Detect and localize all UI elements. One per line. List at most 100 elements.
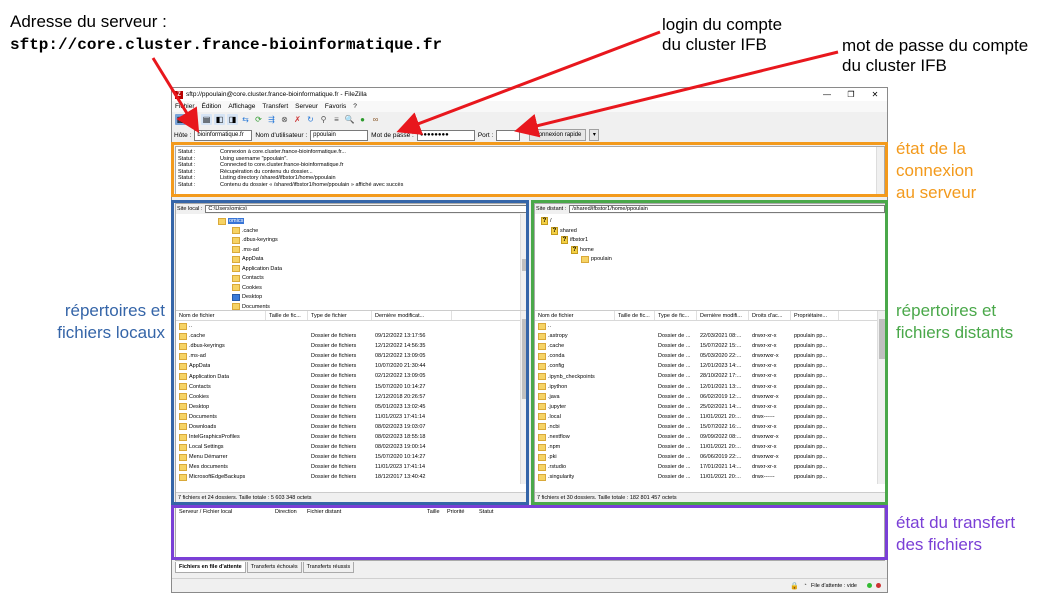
- binoculars-icon[interactable]: ∞: [370, 114, 381, 125]
- remote-col-header[interactable]: Nom de fichier: [535, 311, 615, 320]
- tree-node[interactable]: Contacts: [232, 273, 264, 283]
- remote-col-header[interactable]: Droits d'ac...: [749, 311, 791, 320]
- toggle-log-icon[interactable]: ▤: [201, 114, 212, 125]
- table-row[interactable]: Menu Démarrer Dossier de fichiers 15/07/20…: [176, 452, 528, 462]
- table-row[interactable]: .jupyter Dossier de ... 25/02/2021 14:... d…: [535, 402, 885, 412]
- tree-node[interactable]: omics: [218, 216, 245, 226]
- remote-col-header[interactable]: Type de fic...: [655, 311, 697, 320]
- sync-icon[interactable]: ●: [357, 114, 368, 125]
- tree-node[interactable]: ? home: [571, 245, 594, 255]
- table-row[interactable]: Desktop Dossier de fichiers 05/01/2023 13:…: [176, 402, 528, 412]
- tree-node[interactable]: ppoulain: [581, 254, 612, 264]
- local-tree-scrollbar[interactable]: [520, 214, 528, 310]
- menu-fichier[interactable]: Fichier: [175, 103, 195, 110]
- menu-help[interactable]: ?: [353, 103, 357, 110]
- tree-node[interactable]: Desktop: [232, 292, 262, 302]
- table-row[interactable]: .conda Dossier de ... 05/03/2020 22:... drw…: [535, 351, 885, 361]
- table-row[interactable]: AppData Dossier de fichiers 10/07/2020 21:…: [176, 361, 528, 371]
- table-row[interactable]: ..: [176, 321, 528, 331]
- quickconnect-button[interactable]: Connexion rapide: [529, 129, 587, 141]
- local-path-input[interactable]: C:\Users\omics\: [205, 205, 528, 213]
- local-col-header[interactable]: Type de fichier: [308, 311, 372, 320]
- tab-successful-transfers[interactable]: Transferts réussis: [302, 562, 355, 573]
- menu-favoris[interactable]: Favoris: [325, 103, 346, 110]
- close-button[interactable]: ✕: [863, 89, 887, 101]
- remote-list-scrollbar[interactable]: [877, 311, 885, 484]
- tree-node[interactable]: .dbus-keyrings: [232, 235, 278, 245]
- username-input[interactable]: ppoulain: [310, 129, 369, 141]
- tree-node[interactable]: .ms-ad: [232, 245, 259, 255]
- tab-failed-transfers[interactable]: Transferts échoués: [246, 562, 302, 573]
- table-row[interactable]: .config Dossier de ... 12/01/2023 14:... dr…: [535, 361, 885, 371]
- menu-edition[interactable]: Édition: [202, 103, 222, 110]
- table-row[interactable]: .astropy Dossier de ... 22/03/2021 08:... d…: [535, 331, 885, 341]
- table-row[interactable]: .cache Dossier de ... 15/07/2022 15:... drw…: [535, 341, 885, 351]
- host-input[interactable]: bioinformatique.fr: [194, 129, 253, 141]
- table-row[interactable]: Application Data Dossier de fichiers 02/12…: [176, 371, 528, 381]
- tree-node[interactable]: ? ifbstor1: [561, 235, 588, 245]
- table-row[interactable]: .ipython Dossier de ... 12/01/2021 13:... d…: [535, 382, 885, 392]
- cancel-icon[interactable]: ⊗: [279, 114, 290, 125]
- table-row[interactable]: .dbus-keyrings Dossier de fichiers 12/12/2…: [176, 341, 528, 351]
- table-row[interactable]: Contacts Dossier de fichiers 15/07/2020 10…: [176, 382, 528, 392]
- table-row[interactable]: Cookies Dossier de fichiers 12/12/2018 20:…: [176, 392, 528, 402]
- table-row[interactable]: .singularity Dossier de ... 11/01/2021 20:…: [535, 472, 885, 482]
- local-col-header[interactable]: Dernière modificat...: [372, 311, 452, 320]
- queue-col-status[interactable]: Statut: [476, 507, 516, 517]
- toggle-remote-tree-icon[interactable]: ◨: [227, 114, 238, 125]
- tree-node[interactable]: Cookies: [232, 283, 262, 293]
- toggle-local-tree-icon[interactable]: ◧: [214, 114, 225, 125]
- remote-col-header[interactable]: Propriétaire...: [791, 311, 839, 320]
- table-row[interactable]: .nextflow Dossier de ... 09/09/2022 08:...…: [535, 432, 885, 442]
- local-list-scroll-thumb[interactable]: [522, 319, 528, 399]
- table-row[interactable]: .rstudio Dossier de ... 17/01/2021 14:... d…: [535, 462, 885, 472]
- table-row[interactable]: Downloads Dossier de fichiers 08/02/2023 1…: [176, 422, 528, 432]
- maximize-button[interactable]: ❐: [839, 89, 863, 101]
- remote-col-header[interactable]: Dernière modifi...: [697, 311, 749, 320]
- menu-serveur[interactable]: Serveur: [295, 103, 318, 110]
- compare-icon[interactable]: ≡: [331, 114, 342, 125]
- remote-path-input[interactable]: /shared/ifbstor1/home/ppoulain: [569, 205, 885, 213]
- table-row[interactable]: Local Settings Dossier de fichiers 08/02/2…: [176, 442, 528, 452]
- table-row[interactable]: IntelGraphicsProfiles Dossier de fichiers…: [176, 432, 528, 442]
- remote-col-header[interactable]: Taille de fic...: [615, 311, 655, 320]
- table-row[interactable]: ..: [535, 321, 885, 331]
- tree-node[interactable]: ? /: [541, 216, 552, 226]
- table-row[interactable]: Documents Dossier de fichiers 11/01/2023 1…: [176, 412, 528, 422]
- process-queue-icon[interactable]: ⇶: [266, 114, 277, 125]
- tree-node[interactable]: Application Data: [232, 264, 282, 274]
- table-row[interactable]: .ms-ad Dossier de fichiers 08/12/2022 13:0…: [176, 351, 528, 361]
- reconnect-icon[interactable]: ↻: [305, 114, 316, 125]
- table-row[interactable]: MicrosoftEdgeBackups Dossier de fichiers 1…: [176, 472, 528, 482]
- local-col-header[interactable]: Nom de fichier: [176, 311, 266, 320]
- table-row[interactable]: .local Dossier de ... 11/01/2021 20:... drw…: [535, 412, 885, 422]
- table-row[interactable]: Mes documents Dossier de fichiers 11/01/20…: [176, 462, 528, 472]
- log-scrollbar[interactable]: [876, 147, 884, 195]
- toggle-queue-icon[interactable]: ⇆: [240, 114, 251, 125]
- local-col-header[interactable]: Taille de fic...: [266, 311, 308, 320]
- queue-col-direction[interactable]: Direction: [272, 507, 304, 517]
- table-row[interactable]: .ncbi Dossier de ... 15/07/2022 16:... drwx…: [535, 422, 885, 432]
- table-row[interactable]: .ipynb_checkpoints Dossier de ... 28/10/20…: [535, 371, 885, 381]
- table-row[interactable]: .pki Dossier de ... 06/06/2019 22:... drwxr…: [535, 452, 885, 462]
- quickconnect-dropdown[interactable]: ▾: [589, 129, 600, 141]
- table-row[interactable]: .npm Dossier de ... 11/01/2021 20:... drwxr…: [535, 442, 885, 452]
- tree-node[interactable]: ? shared: [551, 226, 577, 236]
- table-row[interactable]: .cache Dossier de fichiers 09/12/2022 13:1…: [176, 331, 528, 341]
- table-row[interactable]: .java Dossier de ... 06/02/2019 12:... drwx…: [535, 392, 885, 402]
- queue-col-priority[interactable]: Priorité: [444, 507, 476, 517]
- disconnect-icon[interactable]: ✗: [292, 114, 303, 125]
- tree-node[interactable]: AppData: [232, 254, 263, 264]
- queue-col-size[interactable]: Taille: [424, 507, 444, 517]
- local-tree-scroll-thumb[interactable]: [522, 259, 528, 271]
- minimize-button[interactable]: —: [815, 89, 839, 101]
- queue-col-remote[interactable]: Fichier distant: [304, 507, 424, 517]
- tree-node[interactable]: Documents: [232, 302, 270, 310]
- local-list-scrollbar[interactable]: [520, 311, 528, 484]
- tab-queued-files[interactable]: Fichiers en file d'attente: [175, 562, 246, 573]
- site-manager-icon[interactable]: ▦: [175, 114, 186, 125]
- remote-list-scroll-thumb[interactable]: [879, 319, 885, 359]
- tree-node[interactable]: .cache: [232, 226, 258, 236]
- menu-transfert[interactable]: Transfert: [262, 103, 288, 110]
- refresh-icon[interactable]: ⟳: [253, 114, 264, 125]
